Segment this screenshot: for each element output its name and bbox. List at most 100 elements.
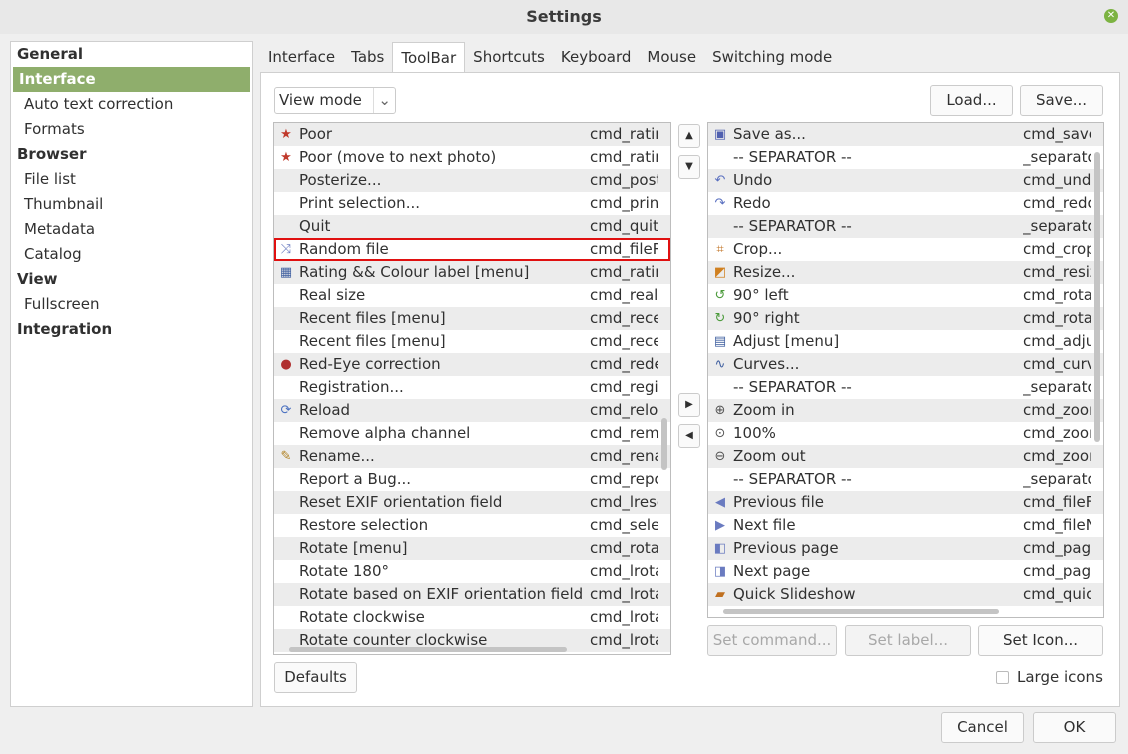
- nav-item[interactable]: Thumbnail: [11, 192, 252, 217]
- list-item[interactable]: ◀ Previous file cmd_fileF: [708, 491, 1103, 514]
- mode-select[interactable]: View mode ⌄: [274, 87, 396, 114]
- nav-item[interactable]: File list: [11, 167, 252, 192]
- list-item[interactable]: Recent files [menu] cmd_rece: [274, 307, 670, 330]
- list-item[interactable]: -- SEPARATOR -- _separato: [708, 146, 1103, 169]
- add-to-toolbar-button[interactable]: ▶: [678, 393, 700, 417]
- set-icon-button[interactable]: Set Icon...: [978, 625, 1103, 656]
- list-item[interactable]: Remove alpha channel cmd_rem: [274, 422, 670, 445]
- left-horizontal-scrollbar[interactable]: [289, 647, 567, 652]
- nav-item[interactable]: Metadata: [11, 217, 252, 242]
- list-item[interactable]: ◩ Resize... cmd_resiz: [708, 261, 1103, 284]
- list-item[interactable]: ⟳ Reload cmd_relo: [274, 399, 670, 422]
- list-item[interactable]: Recent files [menu] cmd_rece: [274, 330, 670, 353]
- available-commands-list[interactable]: ★ Poor cmd_ratin ★ Poor (move to next photo)…: [273, 122, 671, 655]
- remove-from-toolbar-button[interactable]: ◀: [678, 424, 700, 448]
- command-id: cmd_post: [590, 171, 658, 189]
- tab-keyboard[interactable]: Keyboard: [553, 42, 640, 72]
- list-item[interactable]: Reset EXIF orientation field cmd_lrese: [274, 491, 670, 514]
- nav-item[interactable]: Fullscreen: [11, 292, 252, 317]
- command-id: cmd_adju: [1023, 332, 1091, 350]
- command-label: 90° right: [733, 309, 800, 327]
- tab-toolbar[interactable]: ToolBar: [392, 42, 466, 74]
- command-label: Rotate based on EXIF orientation field: [299, 585, 584, 603]
- list-item[interactable]: ↶ Undo cmd_und: [708, 169, 1103, 192]
- list-item[interactable]: Report a Bug... cmd_repo: [274, 468, 670, 491]
- nav-item[interactable]: Browser: [11, 142, 252, 167]
- nav-item[interactable]: General: [11, 42, 252, 67]
- tab-interface[interactable]: Interface: [260, 42, 343, 72]
- tab-tabs[interactable]: Tabs: [343, 42, 392, 72]
- list-item[interactable]: ◨ Next page cmd_page: [708, 560, 1103, 583]
- list-item[interactable]: Rotate [menu] cmd_rota: [274, 537, 670, 560]
- list-item[interactable]: Restore selection cmd_sele: [274, 514, 670, 537]
- nav-item[interactable]: Integration: [11, 317, 252, 342]
- list-item[interactable]: ▰ Quick Slideshow cmd_quic: [708, 583, 1103, 606]
- list-item[interactable]: ⊕ Zoom in cmd_zoor: [708, 399, 1103, 422]
- command-id: cmd_resiz: [1023, 263, 1091, 281]
- command-id: _separato: [1023, 470, 1091, 488]
- nav-item[interactable]: Auto text correction: [11, 92, 252, 117]
- nav-item[interactable]: View: [11, 267, 252, 292]
- list-item[interactable]: ★ Poor (move to next photo) cmd_ratin: [274, 146, 670, 169]
- command-label: Rename...: [299, 447, 375, 465]
- right-vertical-scrollbar[interactable]: [1094, 152, 1100, 442]
- tab-switching-mode[interactable]: Switching mode: [704, 42, 840, 72]
- list-item[interactable]: ↻ 90° right cmd_rota: [708, 307, 1103, 330]
- list-item[interactable]: ⊙ 100% cmd_zoor: [708, 422, 1103, 445]
- set-label-button[interactable]: Set label...: [845, 625, 971, 656]
- tab-mouse[interactable]: Mouse: [639, 42, 704, 72]
- defaults-button[interactable]: Defaults: [274, 662, 357, 693]
- cancel-button[interactable]: Cancel: [941, 712, 1024, 743]
- left-vertical-scrollbar[interactable]: [661, 418, 667, 470]
- list-item[interactable]: Rotate 180° cmd_lrota: [274, 560, 670, 583]
- set-command-button[interactable]: Set command...: [707, 625, 837, 656]
- toolbar-commands-list[interactable]: ▣ Save as... cmd_save -- SEPARATOR -- _separ…: [707, 122, 1104, 618]
- list-item[interactable]: Registration... cmd_regi: [274, 376, 670, 399]
- list-item[interactable]: ▣ Save as... cmd_save: [708, 123, 1103, 146]
- save-button[interactable]: Save...: [1020, 85, 1103, 116]
- command-id: cmd_repo: [590, 470, 658, 488]
- list-item[interactable]: Posterize... cmd_post: [274, 169, 670, 192]
- nav-item[interactable]: Formats: [11, 117, 252, 142]
- command-icon: ★: [280, 150, 292, 165]
- large-icons-checkbox[interactable]: [996, 671, 1009, 684]
- list-item[interactable]: ★ Poor cmd_ratin: [274, 123, 670, 146]
- ok-button[interactable]: OK: [1033, 712, 1116, 743]
- list-item[interactable]: ⊖ Zoom out cmd_zoor: [708, 445, 1103, 468]
- command-id: cmd_rota: [1023, 309, 1091, 327]
- command-label: Resize...: [733, 263, 796, 281]
- list-item[interactable]: ⤨ Random file cmd_fileR: [274, 238, 670, 261]
- command-id: cmd_rem: [590, 424, 658, 442]
- command-id: cmd_fileR: [590, 240, 658, 258]
- command-label: Quick Slideshow: [733, 585, 856, 603]
- close-icon[interactable]: ✕: [1104, 9, 1118, 23]
- move-down-button[interactable]: ▼: [678, 155, 700, 179]
- list-item[interactable]: ∿ Curves... cmd_curv: [708, 353, 1103, 376]
- command-label: Remove alpha channel: [299, 424, 471, 442]
- nav-item[interactable]: Catalog: [11, 242, 252, 267]
- tab-shortcuts[interactable]: Shortcuts: [465, 42, 553, 72]
- list-item[interactable]: Print selection... cmd_prin: [274, 192, 670, 215]
- list-item[interactable]: ↷ Redo cmd_redo: [708, 192, 1103, 215]
- list-item[interactable]: ⌗ Crop... cmd_crop: [708, 238, 1103, 261]
- command-label: Report a Bug...: [299, 470, 412, 488]
- list-item[interactable]: ✎ Rename... cmd_rena: [274, 445, 670, 468]
- move-up-button[interactable]: ▲: [678, 124, 700, 148]
- list-item[interactable]: -- SEPARATOR -- _separato: [708, 376, 1103, 399]
- list-item[interactable]: Rotate based on EXIF orientation field cm…: [274, 583, 670, 606]
- list-item[interactable]: ↺ 90° left cmd_rota: [708, 284, 1103, 307]
- list-item[interactable]: Real size cmd_real: [274, 284, 670, 307]
- right-horizontal-scrollbar[interactable]: [723, 609, 999, 614]
- list-item[interactable]: ▤ Adjust [menu] cmd_adju: [708, 330, 1103, 353]
- list-item[interactable]: -- SEPARATOR -- _separato: [708, 468, 1103, 491]
- list-item[interactable]: ▶ Next file cmd_fileN: [708, 514, 1103, 537]
- list-item[interactable]: -- SEPARATOR -- _separato: [708, 215, 1103, 238]
- nav-item[interactable]: Interface: [13, 67, 250, 92]
- list-item[interactable]: Rotate clockwise cmd_lrota: [274, 606, 670, 629]
- command-label: Reload: [299, 401, 351, 419]
- list-item[interactable]: ◧ Previous page cmd_page: [708, 537, 1103, 560]
- load-button[interactable]: Load...: [930, 85, 1013, 116]
- list-item[interactable]: ▦ Rating && Colour label [menu] cmd_ratin: [274, 261, 670, 284]
- list-item[interactable]: ● Red-Eye correction cmd_rede: [274, 353, 670, 376]
- list-item[interactable]: Quit cmd_quit: [274, 215, 670, 238]
